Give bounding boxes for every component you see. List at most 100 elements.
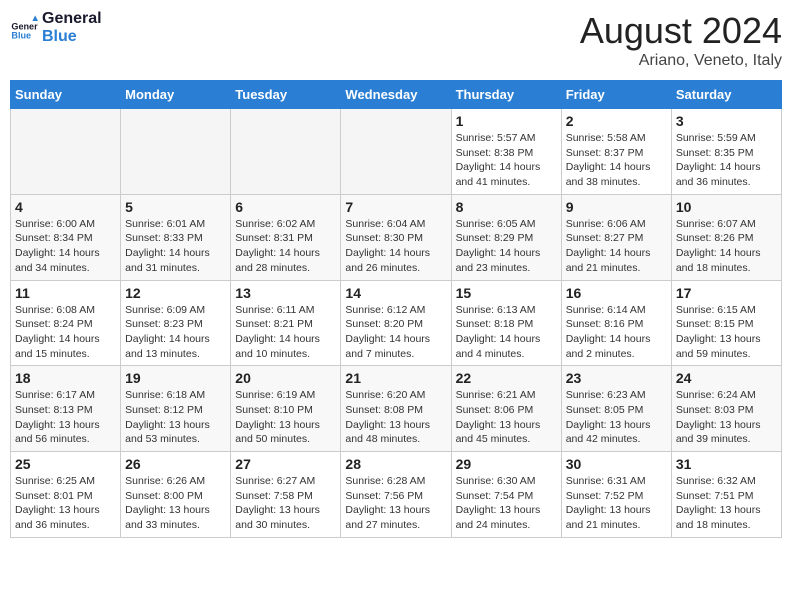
day-info: Sunrise: 6:18 AMSunset: 8:12 PMDaylight:…	[125, 388, 226, 447]
logo-icon: General Blue	[10, 14, 38, 42]
day-info: Sunrise: 5:58 AMSunset: 8:37 PMDaylight:…	[566, 131, 667, 190]
calendar-cell: 2Sunrise: 5:58 AMSunset: 8:37 PMDaylight…	[561, 109, 671, 195]
day-info: Sunrise: 6:17 AMSunset: 8:13 PMDaylight:…	[15, 388, 116, 447]
day-info: Sunrise: 6:28 AMSunset: 7:56 PMDaylight:…	[345, 474, 446, 533]
calendar-cell: 6 Sunrise: 6:02 AMSunset: 8:31 PMDaylight…	[231, 194, 341, 280]
weekday-header-friday: Friday	[561, 81, 671, 109]
calendar-cell: 13 Sunrise: 6:11 AMSunset: 8:21 PMDayligh…	[231, 280, 341, 366]
calendar-cell: 12Sunrise: 6:09 AMSunset: 8:23 PMDayligh…	[121, 280, 231, 366]
day-number: 5	[125, 199, 226, 215]
day-info: Sunrise: 6:31 AMSunset: 7:52 PMDaylight:…	[566, 474, 667, 533]
calendar: SundayMondayTuesdayWednesdayThursdayFrid…	[10, 80, 782, 538]
day-number: 11	[15, 285, 116, 301]
day-number: 9	[566, 199, 667, 215]
day-info: Sunrise: 6:25 AMSunset: 8:01 PMDaylight:…	[15, 474, 116, 533]
calendar-cell: 11 Sunrise: 6:08 AMSunset: 8:24 PMDayligh…	[11, 280, 121, 366]
day-number: 19	[125, 370, 226, 386]
calendar-cell: 26 Sunrise: 6:26 AMSunset: 8:00 PMDayligh…	[121, 452, 231, 538]
calendar-cell	[121, 109, 231, 195]
day-info: Sunrise: 6:14 AMSunset: 8:16 PMDaylight:…	[566, 303, 667, 362]
day-number: 23	[566, 370, 667, 386]
day-number: 4	[15, 199, 116, 215]
day-number: 24	[676, 370, 777, 386]
calendar-cell: 16 Sunrise: 6:14 AMSunset: 8:16 PMDayligh…	[561, 280, 671, 366]
calendar-cell: 10Sunrise: 6:07 AMSunset: 8:26 PMDayligh…	[671, 194, 781, 280]
day-info: Sunrise: 6:06 AMSunset: 8:27 PMDaylight:…	[566, 217, 667, 276]
calendar-cell	[11, 109, 121, 195]
calendar-cell: 20Sunrise: 6:19 AMSunset: 8:10 PMDayligh…	[231, 366, 341, 452]
day-number: 22	[456, 370, 557, 386]
day-info: Sunrise: 6:13 AMSunset: 8:18 PMDaylight:…	[456, 303, 557, 362]
day-number: 6	[235, 199, 336, 215]
calendar-cell: 9 Sunrise: 6:06 AMSunset: 8:27 PMDaylight…	[561, 194, 671, 280]
day-info: Sunrise: 6:30 AMSunset: 7:54 PMDaylight:…	[456, 474, 557, 533]
day-number: 15	[456, 285, 557, 301]
day-info: Sunrise: 6:08 AMSunset: 8:24 PMDaylight:…	[15, 303, 116, 362]
calendar-week-2: 4 Sunrise: 6:00 AMSunset: 8:34 PMDaylight…	[11, 194, 782, 280]
weekday-header-sunday: Sunday	[11, 81, 121, 109]
calendar-week-1: 1 Sunrise: 5:57 AMSunset: 8:38 PMDaylight…	[11, 109, 782, 195]
calendar-cell: 24 Sunrise: 6:24 AMSunset: 8:03 PMDayligh…	[671, 366, 781, 452]
day-info: Sunrise: 6:32 AMSunset: 7:51 PMDaylight:…	[676, 474, 777, 533]
day-info: Sunrise: 6:15 AMSunset: 8:15 PMDaylight:…	[676, 303, 777, 362]
day-info: Sunrise: 6:20 AMSunset: 8:08 PMDaylight:…	[345, 388, 446, 447]
day-number: 1	[456, 113, 557, 129]
day-number: 31	[676, 456, 777, 472]
logo-line2: Blue	[42, 28, 102, 46]
calendar-cell: 30 Sunrise: 6:31 AMSunset: 7:52 PMDayligh…	[561, 452, 671, 538]
day-info: Sunrise: 6:09 AMSunset: 8:23 PMDaylight:…	[125, 303, 226, 362]
day-number: 14	[345, 285, 446, 301]
calendar-cell: 14Sunrise: 6:12 AMSunset: 8:20 PMDayligh…	[341, 280, 451, 366]
day-info: Sunrise: 6:04 AMSunset: 8:30 PMDaylight:…	[345, 217, 446, 276]
day-info: Sunrise: 6:19 AMSunset: 8:10 PMDaylight:…	[235, 388, 336, 447]
calendar-cell: 28 Sunrise: 6:28 AMSunset: 7:56 PMDayligh…	[341, 452, 451, 538]
day-number: 30	[566, 456, 667, 472]
calendar-cell: 5 Sunrise: 6:01 AMSunset: 8:33 PMDaylight…	[121, 194, 231, 280]
day-info: Sunrise: 6:11 AMSunset: 8:21 PMDaylight:…	[235, 303, 336, 362]
calendar-cell: 31 Sunrise: 6:32 AMSunset: 7:51 PMDayligh…	[671, 452, 781, 538]
logo: General Blue General Blue	[10, 10, 102, 45]
page-header: General Blue General Blue August 2024 Ar…	[10, 10, 782, 70]
day-info: Sunrise: 6:27 AMSunset: 7:58 PMDaylight:…	[235, 474, 336, 533]
day-number: 26	[125, 456, 226, 472]
calendar-cell: 27 Sunrise: 6:27 AMSunset: 7:58 PMDayligh…	[231, 452, 341, 538]
title-block: August 2024 Ariano, Veneto, Italy	[580, 10, 782, 70]
day-number: 28	[345, 456, 446, 472]
calendar-cell	[341, 109, 451, 195]
svg-text:Blue: Blue	[11, 30, 31, 40]
location-title: Ariano, Veneto, Italy	[580, 52, 782, 70]
day-number: 16	[566, 285, 667, 301]
calendar-cell: 29 Sunrise: 6:30 AMSunset: 7:54 PMDayligh…	[451, 452, 561, 538]
day-info: Sunrise: 6:26 AMSunset: 8:00 PMDaylight:…	[125, 474, 226, 533]
day-number: 13	[235, 285, 336, 301]
calendar-cell: 4 Sunrise: 6:00 AMSunset: 8:34 PMDaylight…	[11, 194, 121, 280]
weekday-header-saturday: Saturday	[671, 81, 781, 109]
calendar-cell: 3 Sunrise: 5:59 AMSunset: 8:35 PMDaylight…	[671, 109, 781, 195]
logo-line1: General	[42, 10, 102, 28]
day-info: Sunrise: 6:24 AMSunset: 8:03 PMDaylight:…	[676, 388, 777, 447]
day-info: Sunrise: 5:57 AMSunset: 8:38 PMDaylight:…	[456, 131, 557, 190]
weekday-header-wednesday: Wednesday	[341, 81, 451, 109]
calendar-cell: 22 Sunrise: 6:21 AMSunset: 8:06 PMDayligh…	[451, 366, 561, 452]
calendar-cell: 25 Sunrise: 6:25 AMSunset: 8:01 PMDayligh…	[11, 452, 121, 538]
day-info: Sunrise: 5:59 AMSunset: 8:35 PMDaylight:…	[676, 131, 777, 190]
day-number: 29	[456, 456, 557, 472]
calendar-cell: 17Sunrise: 6:15 AMSunset: 8:15 PMDayligh…	[671, 280, 781, 366]
day-info: Sunrise: 6:05 AMSunset: 8:29 PMDaylight:…	[456, 217, 557, 276]
day-info: Sunrise: 6:00 AMSunset: 8:34 PMDaylight:…	[15, 217, 116, 276]
day-number: 27	[235, 456, 336, 472]
calendar-cell: 18Sunrise: 6:17 AMSunset: 8:13 PMDayligh…	[11, 366, 121, 452]
calendar-week-5: 25 Sunrise: 6:25 AMSunset: 8:01 PMDayligh…	[11, 452, 782, 538]
calendar-cell: 1 Sunrise: 5:57 AMSunset: 8:38 PMDaylight…	[451, 109, 561, 195]
day-info: Sunrise: 6:02 AMSunset: 8:31 PMDaylight:…	[235, 217, 336, 276]
calendar-week-3: 11 Sunrise: 6:08 AMSunset: 8:24 PMDayligh…	[11, 280, 782, 366]
day-info: Sunrise: 6:01 AMSunset: 8:33 PMDaylight:…	[125, 217, 226, 276]
day-number: 25	[15, 456, 116, 472]
day-info: Sunrise: 6:21 AMSunset: 8:06 PMDaylight:…	[456, 388, 557, 447]
weekday-header-thursday: Thursday	[451, 81, 561, 109]
day-number: 3	[676, 113, 777, 129]
weekday-header-tuesday: Tuesday	[231, 81, 341, 109]
weekday-header-monday: Monday	[121, 81, 231, 109]
day-info: Sunrise: 6:07 AMSunset: 8:26 PMDaylight:…	[676, 217, 777, 276]
day-number: 7	[345, 199, 446, 215]
